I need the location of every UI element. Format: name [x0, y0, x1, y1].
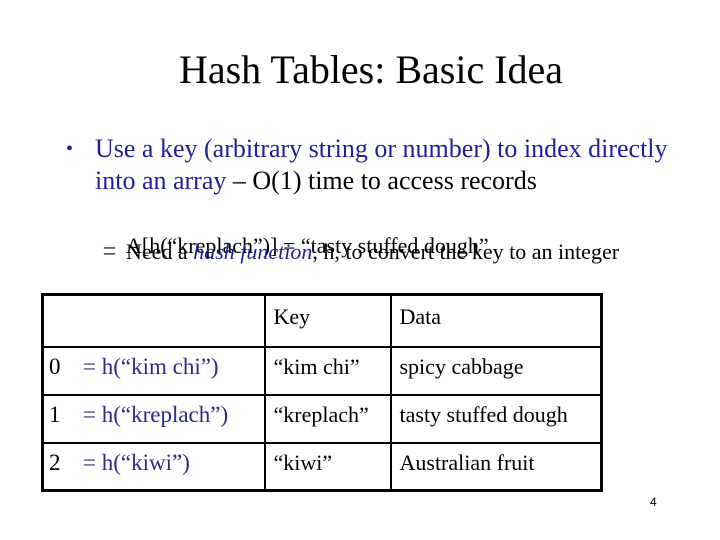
row-index: 2: [49, 449, 61, 475]
row-index: 1: [49, 401, 61, 427]
slide-title-text: Hash Tables: Basic Idea: [178, 47, 564, 92]
index-cell: 1 = h(“kreplach”): [41, 393, 266, 444]
hash-expression: = h(“kreplach”): [83, 401, 229, 427]
main-bullet-text: Use a key (arbitrary string or number) t…: [95, 133, 695, 197]
header-cell-data: Data: [389, 293, 603, 348]
dash-marker: –: [104, 239, 115, 264]
key-cell: “kim chi”: [263, 345, 392, 396]
key-cell: “kiwi”: [263, 441, 392, 492]
sub-bullet-text: Need a hash function, h, to convert the …: [126, 238, 619, 266]
table-row: 1 = h(“kreplach”) “kreplach” tasty stuffe…: [41, 393, 603, 444]
data-cell: tasty stuffed dough: [389, 393, 603, 444]
table-header-row: Key Data: [41, 293, 603, 348]
slide-title: Hash Tables: Basic Idea: [0, 44, 720, 96]
hash-function-emphasis: hash function: [193, 239, 313, 264]
header-cell-key: Key: [263, 293, 392, 348]
index-cell: 0 = h(“kim chi”): [41, 345, 266, 396]
hash-table: Key Data 0 = h(“kim chi”) “kim chi” spicy…: [41, 293, 603, 492]
page-number: 4: [650, 495, 657, 509]
key-cell: “kreplach”: [263, 393, 392, 444]
row-index: 0: [49, 353, 61, 379]
data-cell: Australian fruit: [389, 441, 603, 492]
index-cell: 2 = h(“kiwi”): [41, 441, 266, 492]
sub-bullet-prefix: Need a: [126, 239, 194, 264]
data-cell: spicy cabbage: [389, 345, 603, 396]
table-row: 2 = h(“kiwi”) “kiwi” Australian fruit: [41, 441, 603, 492]
bullet-marker: •: [66, 138, 74, 160]
hash-expression: = h(“kiwi”): [83, 449, 190, 475]
sub-bullet-suffix: , h, to convert the key to an integer: [312, 239, 620, 264]
table-row: 0 = h(“kim chi”) “kim chi” spicy cabbage: [41, 345, 603, 396]
hash-expression: = h(“kim chi”): [83, 353, 219, 379]
main-bullet-black-text: – O(1) time to access records: [226, 166, 537, 195]
header-cell-empty: [41, 293, 266, 348]
